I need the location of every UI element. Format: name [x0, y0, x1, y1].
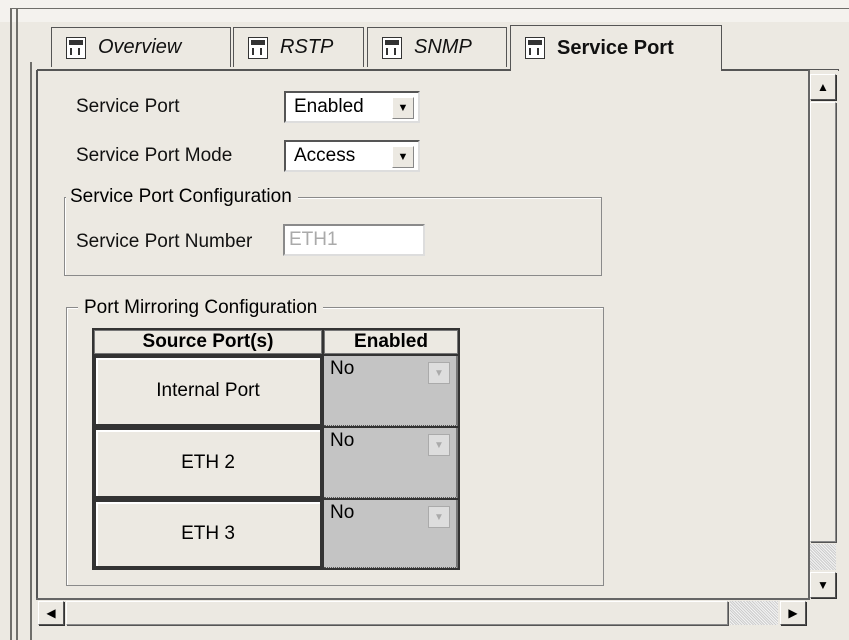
- group-title: Service Port Configuration: [66, 186, 298, 208]
- service-port-number-field[interactable]: ETH1: [283, 224, 425, 256]
- window-top-strip: [0, 0, 849, 22]
- service-port-number-value: ETH1: [289, 229, 338, 250]
- frame-border-left-inner: [16, 8, 18, 640]
- module-icon: [66, 36, 86, 59]
- tab-rstp[interactable]: RSTP: [233, 27, 364, 67]
- scroll-left-button[interactable]: ◀: [38, 601, 64, 625]
- service-port-mode-dropdown[interactable]: Access ▼: [284, 140, 420, 172]
- enabled-value: No: [330, 358, 355, 379]
- enabled-dropdown[interactable]: No ▼: [324, 500, 458, 568]
- tab-label: Overview: [98, 36, 182, 58]
- table-row-port: ETH 3: [94, 500, 322, 568]
- chevron-down-icon[interactable]: ▼: [428, 362, 450, 384]
- service-port-number-label: Service Port Number: [76, 231, 253, 252]
- module-icon: [525, 37, 545, 59]
- scroll-corner: [808, 600, 838, 626]
- arrow-up-icon: ▲: [817, 80, 829, 94]
- column-header-source: Source Port(s): [94, 330, 322, 354]
- scroll-down-button[interactable]: ▼: [810, 572, 836, 598]
- tab-label: Service Port: [557, 36, 674, 59]
- arrow-down-icon: ▼: [817, 578, 829, 592]
- panel-border-outer: [30, 62, 32, 640]
- service-port-mode-label: Service Port Mode: [76, 145, 233, 166]
- tab-label: RSTP: [280, 36, 334, 58]
- enabled-value: No: [330, 502, 355, 523]
- tab-label: SNMP: [414, 36, 472, 58]
- vertical-scroll-track[interactable]: [810, 544, 836, 570]
- chevron-down-icon[interactable]: ▼: [392, 97, 414, 119]
- tab-overview[interactable]: Overview: [51, 27, 231, 67]
- service-port-label: Service Port: [76, 96, 180, 117]
- service-port-value: Enabled: [294, 96, 364, 117]
- horizontal-scroll-thumb[interactable]: [66, 601, 728, 625]
- enabled-dropdown[interactable]: No ▼: [324, 428, 458, 498]
- tab-service-port[interactable]: Service Port: [510, 25, 722, 70]
- module-icon: [248, 36, 268, 59]
- enabled-value: No: [330, 430, 355, 451]
- module-icon: [382, 36, 402, 59]
- arrow-left-icon: ◀: [46, 606, 56, 620]
- group-title: Port Mirroring Configuration: [78, 297, 324, 319]
- table-row-port: ETH 2: [94, 428, 322, 498]
- chevron-down-icon[interactable]: ▼: [392, 146, 414, 168]
- scroll-right-button[interactable]: ▶: [780, 601, 806, 625]
- vertical-scroll-thumb[interactable]: [810, 102, 836, 542]
- service-port-mode-value: Access: [294, 145, 356, 166]
- column-header-enabled: Enabled: [324, 330, 458, 354]
- horizontal-scroll-track[interactable]: [730, 601, 778, 625]
- scroll-up-button[interactable]: ▲: [810, 74, 836, 100]
- arrow-right-icon: ▶: [788, 606, 798, 620]
- table-row-port: Internal Port: [94, 356, 322, 426]
- enabled-dropdown[interactable]: No ▼: [324, 356, 458, 426]
- chevron-down-icon[interactable]: ▼: [428, 506, 450, 528]
- frame-border-top: [10, 8, 849, 9]
- tab-snmp[interactable]: SNMP: [367, 27, 507, 67]
- service-port-dropdown[interactable]: Enabled ▼: [284, 91, 420, 123]
- chevron-down-icon[interactable]: ▼: [428, 434, 450, 456]
- frame-border-left: [10, 8, 12, 640]
